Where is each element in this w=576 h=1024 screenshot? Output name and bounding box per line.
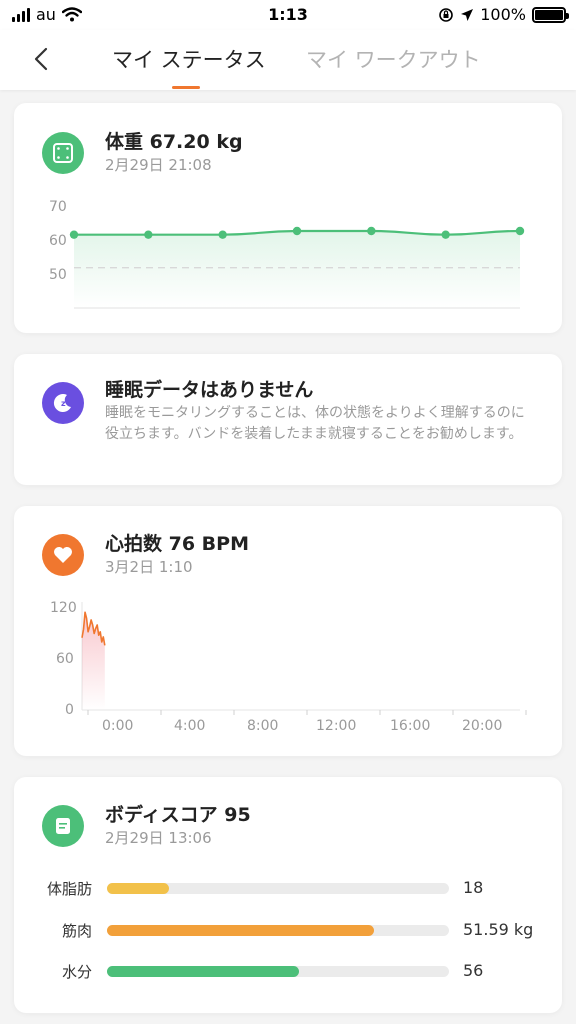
weight-point (69, 230, 79, 239)
weight-point (367, 226, 376, 236)
sleep-title: 睡眠データはありません (105, 379, 314, 401)
location-icon (461, 8, 474, 21)
weight-area (74, 231, 520, 308)
status-bar: au 1:13 100% (0, 0, 576, 30)
back-button[interactable] (30, 44, 54, 74)
weight-chart (69, 226, 525, 309)
tab-my-status[interactable]: マイ ステータス (112, 44, 266, 74)
nav-bar: マイ ステータス マイ ワークアウト (0, 30, 576, 90)
metric-value-water: 56 (463, 961, 484, 980)
tab-my-workout[interactable]: マイ ワークアウト (306, 44, 481, 74)
battery-percent: 100% (480, 5, 526, 24)
weight-card[interactable]: 体重 67.20 kg 2月29日 21:08 70 60 50 (14, 103, 562, 333)
active-tab-indicator (172, 86, 200, 89)
orientation-lock-icon (439, 7, 454, 22)
body-score-title: ボディスコア 95 (105, 804, 251, 826)
weight-point (144, 230, 153, 239)
weight-point (441, 230, 450, 239)
metric-value-muscle: 51.59 kg (463, 920, 534, 939)
battery-icon (532, 6, 569, 23)
muscle-bar (107, 925, 449, 936)
document-icon (42, 805, 84, 847)
metric-label-water: 水分 (61, 963, 92, 981)
body-score-timestamp: 2月29日 13:06 (105, 829, 212, 847)
body-fat-bar (107, 883, 449, 894)
metric-label-body-fat: 体脂肪 (46, 880, 92, 898)
weight-point (218, 230, 227, 239)
chevron-left-icon (34, 47, 48, 71)
weight-point (292, 226, 302, 236)
muscle-bar-fill (107, 925, 374, 936)
water-bar-fill (107, 966, 299, 977)
heart-chart (81, 602, 527, 715)
moon-icon: z (42, 382, 84, 424)
sleep-description: 睡眠をモニタリングすることは、体の状態をよりよく理解するのに役立ちます。バンドを… (105, 405, 525, 442)
body-score-card[interactable]: ボディスコア 95 2月29日 13:06 体脂肪 18 筋肉 51.59 kg… (14, 777, 562, 1013)
water-bar (107, 966, 449, 977)
svg-text:z: z (61, 399, 66, 408)
body-fat-bar-fill (107, 883, 169, 894)
sleep-card[interactable]: z 睡眠データはありません 睡眠をモニタリングすることは、体の状態をよりよく理解… (14, 354, 562, 485)
heart-card[interactable]: 心拍数 76 BPM 3月2日 1:10 120 60 0 0:00 4:00 … (14, 506, 562, 756)
metric-value-body-fat: 18 (463, 878, 484, 897)
weight-point (515, 226, 525, 236)
metric-label-muscle: 筋肉 (61, 922, 92, 940)
